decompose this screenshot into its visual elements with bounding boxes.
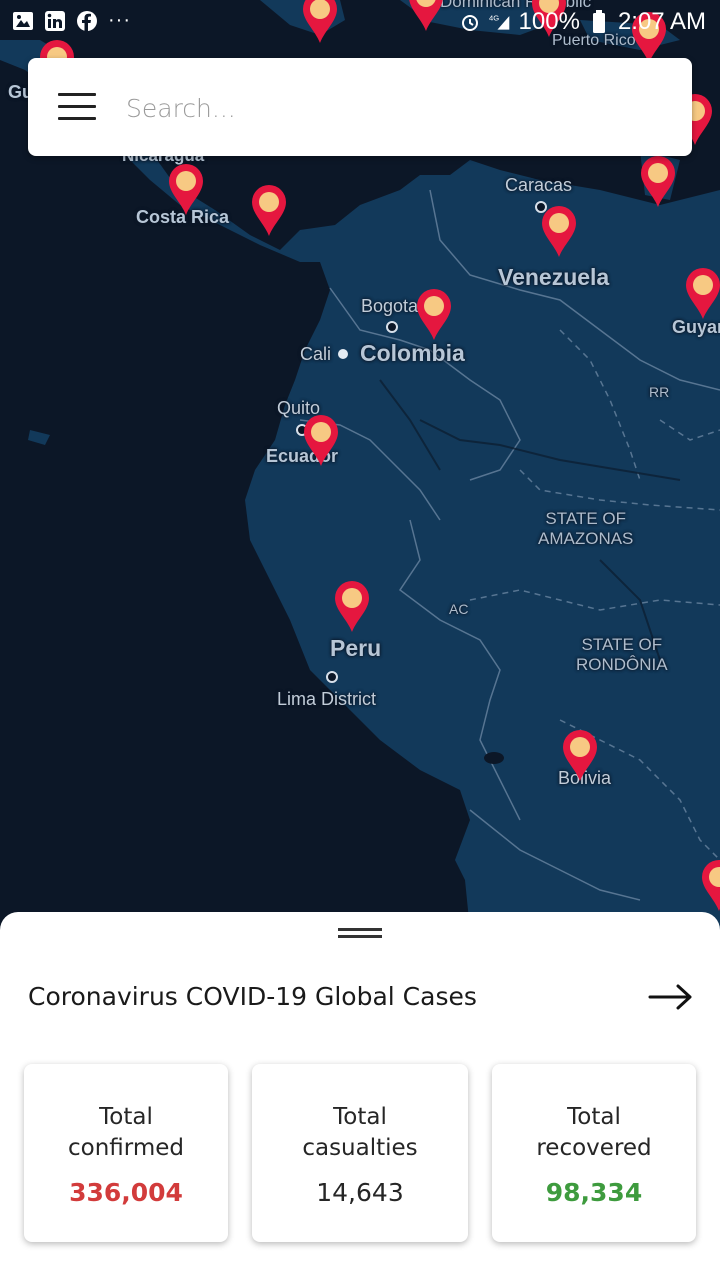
gallery-icon — [12, 10, 34, 32]
stat-label: Total recovered — [492, 1102, 696, 1164]
label-rondonia: STATE OF RONDÔNIA — [576, 635, 668, 675]
label-lima: Lima District — [277, 689, 377, 709]
city-dot-bogota — [386, 321, 398, 333]
map-pin-costa-rica[interactable] — [167, 162, 205, 216]
stat-label-line2: casualties — [302, 1135, 418, 1161]
stat-card-recovered[interactable]: Total recovered 98,334 — [492, 1064, 696, 1242]
sheet-title: Coronavirus COVID-19 Global Cases — [28, 982, 477, 1011]
cases-bottom-sheet: Coronavirus COVID-19 Global Cases Total … — [0, 912, 720, 1280]
label-rondonia-line1: STATE OF — [581, 635, 663, 654]
alarm-icon — [459, 11, 481, 33]
battery-percent: 100% — [518, 8, 580, 35]
map-pin-brazil[interactable] — [700, 858, 720, 912]
map-pin-ecuador[interactable] — [302, 413, 340, 467]
stat-label-line2: recovered — [536, 1135, 652, 1161]
stat-value-casualties: 14,643 — [316, 1178, 404, 1207]
search-input[interactable] — [124, 82, 668, 134]
stat-card-confirmed[interactable]: Total confirmed 336,004 — [24, 1064, 228, 1242]
label-rr: RR — [649, 384, 670, 400]
more-notifications-icon: ··· — [108, 9, 131, 31]
map-pin-bolivia[interactable] — [561, 728, 599, 782]
facebook-icon — [76, 10, 98, 32]
label-ac: AC — [449, 601, 469, 617]
label-rondonia-line2: RONDÔNIA — [576, 655, 668, 674]
city-dot-lima — [326, 671, 338, 683]
label-amazonas: STATE OF AMAZONAS — [538, 509, 633, 549]
search-bar — [28, 58, 692, 156]
label-bogota: Bogota — [361, 296, 419, 316]
stat-label-line1: Total — [333, 1104, 387, 1130]
stat-label-line2: confirmed — [68, 1135, 184, 1161]
map-pin-trinidad[interactable] — [639, 154, 677, 208]
stat-label-line1: Total — [99, 1104, 153, 1130]
drag-handle-icon[interactable] — [338, 928, 382, 940]
label-cali: Cali — [300, 344, 332, 364]
stat-value-recovered: 98,334 — [545, 1178, 643, 1207]
signal-icon: 4G — [489, 11, 511, 33]
label-guyana: Guyar — [672, 317, 720, 337]
label-peru: Peru — [330, 635, 382, 661]
stat-label: Total confirmed — [24, 1102, 228, 1164]
svg-text:4G: 4G — [489, 13, 499, 22]
battery-icon — [588, 10, 610, 33]
label-colombia: Colombia — [360, 340, 465, 366]
stat-value-confirmed: 336,004 — [69, 1178, 183, 1207]
status-bar: ··· 4G 100% 2:07 AM — [0, 0, 720, 42]
map-pin-guyana[interactable] — [684, 266, 720, 320]
label-caracas: Caracas — [505, 175, 573, 195]
city-dot-cali — [338, 349, 348, 359]
clock: 2:07 AM — [617, 8, 706, 35]
map-pin-peru[interactable] — [333, 579, 371, 633]
linkedin-icon — [44, 10, 66, 32]
stat-label: Total casualties — [252, 1102, 468, 1164]
label-amazonas-line2: AMAZONAS — [538, 529, 634, 548]
menu-icon[interactable] — [58, 93, 96, 121]
map-pin-venezuela[interactable] — [540, 204, 578, 258]
map-pin-panama[interactable] — [250, 183, 288, 237]
arrow-right-icon[interactable] — [648, 982, 694, 1012]
label-venezuela: Venezuela — [498, 264, 610, 290]
map-pin-colombia[interactable] — [415, 287, 453, 341]
stat-label-line1: Total — [567, 1104, 621, 1130]
label-amazonas-line1: STATE OF — [545, 509, 626, 528]
stat-card-casualties[interactable]: Total casualties 14,643 — [252, 1064, 468, 1242]
